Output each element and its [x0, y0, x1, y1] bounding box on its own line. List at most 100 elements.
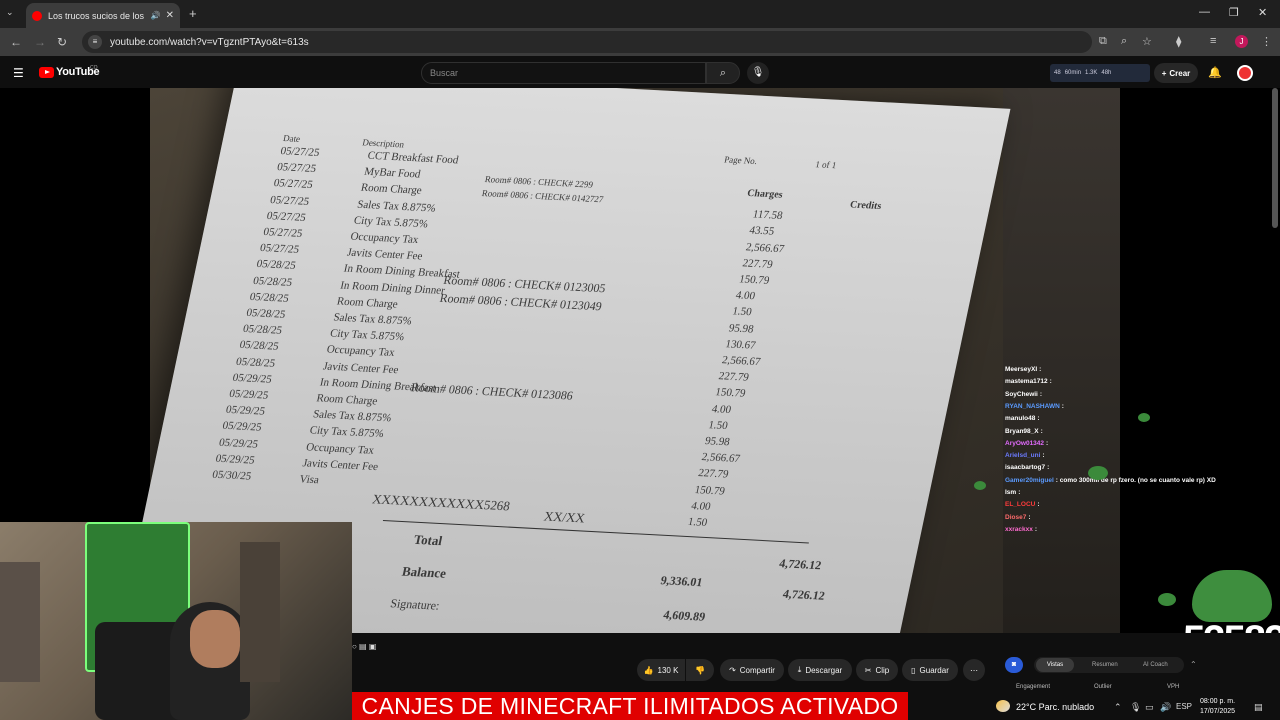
- chat-username[interactable]: isaacbartog7: [1005, 464, 1045, 471]
- weather-icon[interactable]: [996, 700, 1010, 712]
- chat-message: EL_LOCU:: [1005, 501, 1040, 508]
- receipt-row-amount: 95.98: [727, 321, 755, 336]
- receipt-balance-label: Balance: [400, 563, 448, 581]
- chat-message: manulo48:: [1005, 415, 1040, 422]
- install-app-icon[interactable]: ⧉: [1099, 35, 1107, 48]
- receipt-row-amount: 4.00: [710, 402, 733, 416]
- thumbs-up-icon: 👍: [643, 665, 654, 675]
- new-tab-button[interactable]: +: [189, 6, 197, 21]
- receipt-row-date: 05/27/25: [279, 145, 321, 160]
- language-indicator[interactable]: ESP: [1176, 702, 1192, 711]
- receipt-card-number: XXXXXXXXXXXX5268: [370, 491, 512, 514]
- zoom-icon[interactable]: ⌕: [1121, 35, 1127, 48]
- emote-icon: [1138, 413, 1150, 422]
- receipt-row-amount: 4.00: [690, 499, 712, 513]
- chat-username[interactable]: Ism: [1005, 489, 1016, 496]
- browser-profile-avatar[interactable]: J: [1235, 35, 1248, 48]
- chat-message: isaacbartog7:: [1005, 464, 1049, 471]
- chat-username[interactable]: RYAN_NASHAWN: [1005, 403, 1060, 410]
- speaker-icon[interactable]: 🔊: [151, 11, 161, 20]
- weather-text[interactable]: 22°C Parc. nublado: [1016, 702, 1094, 712]
- analytics-extension-icon[interactable]: ◙: [1005, 657, 1023, 673]
- bookmark-star-icon[interactable]: ☆: [1142, 35, 1152, 48]
- search-icon: ⌕: [719, 67, 727, 79]
- receipt-row-date: 05/27/25: [269, 193, 311, 208]
- volume-icon[interactable]: 🔊: [1160, 702, 1171, 713]
- account-avatar[interactable]: [1237, 65, 1253, 81]
- receipt-check-1: Room# 0806 : CHECK# 2299: [483, 174, 594, 190]
- emoji-row: ○ ▤ ▣: [352, 642, 377, 651]
- site-info-icon[interactable]: ≡: [88, 35, 102, 49]
- extensions-icon[interactable]: ⧫: [1176, 35, 1181, 48]
- chat-message: Bryan98_X:: [1005, 428, 1043, 435]
- receipt-row-amount: 2,566.67: [744, 240, 786, 255]
- tab-resumen[interactable]: Resumen: [1092, 662, 1118, 668]
- chat-username[interactable]: Gamer20miguel: [1005, 477, 1054, 484]
- chat-username[interactable]: SoyChewii: [1005, 391, 1038, 398]
- receipt-card-exp: XX/XX: [542, 508, 587, 526]
- receipt-row-amount: 4.00: [734, 289, 757, 303]
- chat-username[interactable]: Arielsd_uni: [1005, 452, 1040, 459]
- chat-username[interactable]: AryOw01342: [1005, 440, 1044, 447]
- receipt-row-date: 05/28/25: [238, 339, 280, 354]
- receipt-total-charges: 9,336.01: [659, 573, 704, 590]
- emote-icon: [1158, 593, 1176, 606]
- forward-icon[interactable]: →: [34, 35, 46, 49]
- chat-username[interactable]: EL_LOCU: [1005, 501, 1035, 508]
- tab-search-chevron-icon[interactable]: ⌄: [6, 7, 14, 18]
- youtube-logo-icon[interactable]: [39, 67, 54, 78]
- back-icon[interactable]: ←: [10, 35, 22, 49]
- chat-message: AryOw01342:: [1005, 440, 1048, 447]
- notifications-icon[interactable]: ▤: [1254, 702, 1263, 713]
- receipt-row-date: 05/27/25: [275, 161, 318, 176]
- receipt-row-desc: City Tax 5.875%: [352, 214, 430, 231]
- search-button[interactable]: ⌕: [706, 62, 740, 84]
- receipt-row-amount: 1.50: [686, 515, 709, 529]
- page-scrollbar[interactable]: [1272, 88, 1278, 228]
- chat-message: Diose7:: [1005, 514, 1031, 521]
- tray-overflow-icon[interactable]: ⌃: [1114, 702, 1122, 713]
- chat-username[interactable]: MeerseyXI: [1005, 366, 1037, 373]
- chat-username[interactable]: Bryan98_X: [1005, 428, 1039, 435]
- chat-username[interactable]: Diose7: [1005, 514, 1026, 521]
- scissors-icon: ✂: [864, 665, 872, 675]
- chat-username[interactable]: mastema1712: [1005, 378, 1048, 385]
- receipt-row-desc: In Room Dining Dinner: [339, 279, 447, 297]
- hamburger-menu-icon[interactable]: ☰: [13, 66, 24, 80]
- microphone-icon[interactable]: 🎙: [1130, 702, 1141, 713]
- chat-message: xxrackxx:: [1005, 526, 1037, 533]
- browser-tab[interactable]: Los trucos sucios de los hot 🔊 ✕: [26, 3, 180, 28]
- taskbar-clock[interactable]: 08:00 p. m. 17/07/2025: [1200, 697, 1235, 717]
- dislike-button[interactable]: 👎: [686, 659, 714, 681]
- receipt-row-desc: Visa: [298, 473, 321, 487]
- search-input[interactable]: Buscar: [421, 62, 706, 84]
- ext-stat-2: 60min: [1064, 70, 1082, 76]
- url-bar[interactable]: ≡ youtube.com/watch?v=vTgzntPTAyo&t=613s: [82, 31, 1092, 53]
- collapse-chevron-icon[interactable]: ⌃: [1190, 660, 1197, 669]
- more-actions-button[interactable]: ⋯: [963, 659, 985, 681]
- media-control-icon[interactable]: ≡: [1210, 35, 1216, 47]
- receipt-divider: [382, 519, 809, 544]
- chat-username[interactable]: xxrackxx: [1005, 526, 1033, 533]
- tab-vistas[interactable]: Vistas: [1036, 658, 1074, 672]
- window-close-icon[interactable]: ✕: [1258, 6, 1267, 19]
- download-button[interactable]: ⤓ Descargar: [788, 659, 852, 681]
- tab-close-icon[interactable]: ✕: [166, 10, 174, 21]
- chat-username[interactable]: manulo48: [1005, 415, 1035, 422]
- receipt-row-amount: 227.79: [741, 257, 774, 271]
- reload-icon[interactable]: ↻: [57, 35, 67, 49]
- minimize-icon[interactable]: —: [1199, 6, 1210, 18]
- save-button[interactable]: ▯ Guardar: [902, 659, 958, 681]
- like-button[interactable]: 👍 130 K: [637, 659, 685, 681]
- clip-button[interactable]: ✂ Clip: [856, 659, 898, 681]
- notifications-bell-icon[interactable]: 🔔: [1208, 66, 1222, 79]
- network-icon[interactable]: ▭: [1145, 702, 1154, 713]
- create-button[interactable]: + Crear: [1154, 63, 1198, 83]
- browser-menu-icon[interactable]: ⋮: [1261, 35, 1272, 48]
- restore-icon[interactable]: ❐: [1229, 6, 1239, 19]
- tab-ai-coach[interactable]: AI Coach: [1143, 662, 1168, 668]
- receipt-row-amount: 1.50: [731, 305, 753, 319]
- voice-search-icon[interactable]: 🎙: [747, 62, 769, 84]
- share-button[interactable]: ↷ Compartir: [720, 659, 784, 681]
- extension-stats-widget[interactable]: 48 60min 1.3K 48h: [1050, 64, 1150, 82]
